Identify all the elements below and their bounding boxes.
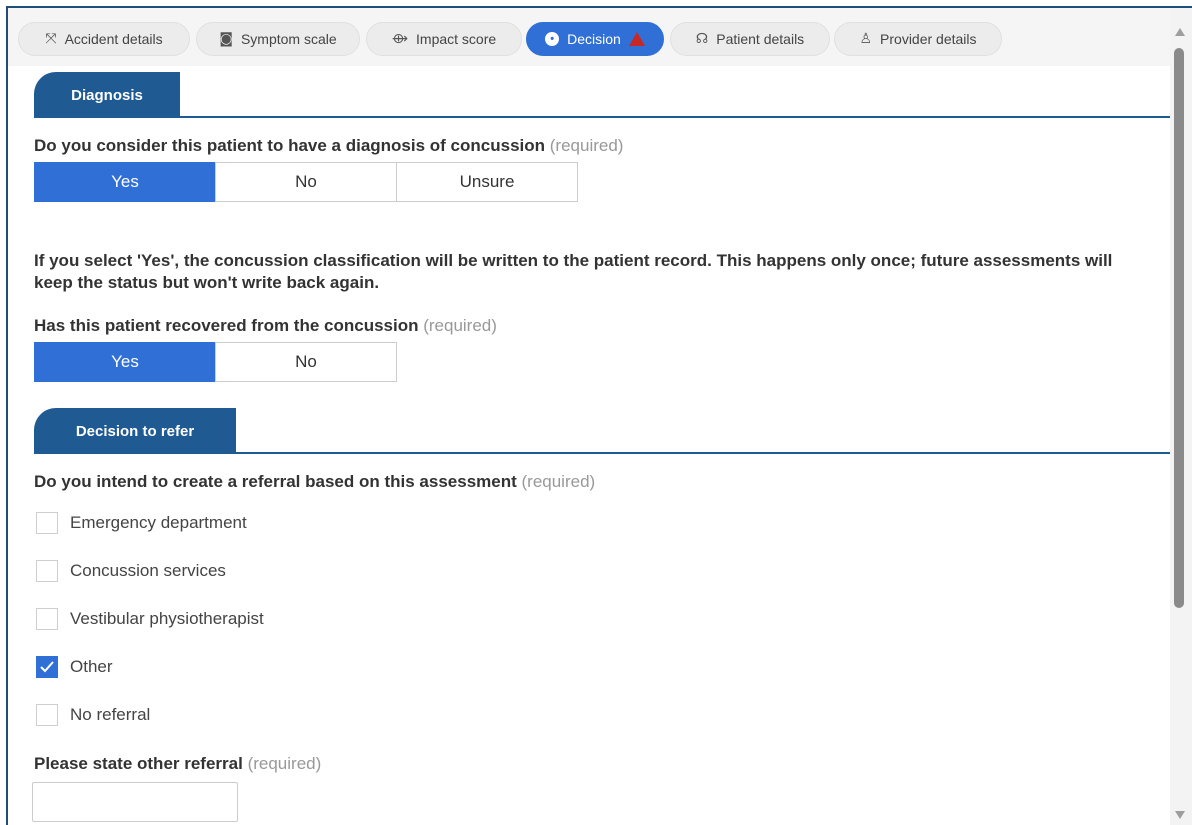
recovered-segmented-control: Yes No xyxy=(34,342,397,382)
concussion-diagnosis-question: Do you consider this patient to have a d… xyxy=(34,136,623,156)
checkbox[interactable] xyxy=(36,704,58,726)
question-text: Please state other referral xyxy=(34,754,243,773)
warning-icon xyxy=(628,32,645,46)
tab-label: Symptom scale xyxy=(240,31,337,47)
referral-option-concussion-services[interactable]: Concussion services xyxy=(36,560,226,582)
checkbox[interactable] xyxy=(36,512,58,534)
tab-accident-details[interactable]: ⤧ Accident details xyxy=(18,22,190,56)
provider-icon: ♙ xyxy=(859,31,873,47)
tab-label: Accident details xyxy=(64,31,163,47)
scroll-thumb[interactable] xyxy=(1174,48,1184,608)
recovered-yes-button[interactable]: Yes xyxy=(34,342,216,382)
referral-question: Do you intend to create a referral based… xyxy=(34,472,595,492)
checkbox-label: No referral xyxy=(70,705,151,724)
refer-section-header: Decision to refer xyxy=(34,408,236,454)
required-label: (required) xyxy=(247,754,322,773)
tab-impact-score[interactable]: ⟴ Impact score xyxy=(366,22,522,56)
required-label: (required) xyxy=(521,472,596,491)
required-label: (required) xyxy=(423,316,497,335)
tab-label: Patient details xyxy=(716,31,805,47)
decision-form-panel: ⤧ Accident details ◙ Symptom scale ⟴ Imp… xyxy=(6,6,1192,825)
divider xyxy=(34,116,1178,118)
diagnosis-no-button[interactable]: No xyxy=(215,162,397,202)
checkbox[interactable] xyxy=(36,608,58,630)
accident-icon: ⤧ xyxy=(45,31,57,47)
other-referral-question: Please state other referral (required) xyxy=(34,754,321,774)
other-referral-input[interactable] xyxy=(32,782,238,822)
patient-icon: ☊ xyxy=(695,31,709,47)
scroll-down-arrow-icon[interactable] xyxy=(1175,811,1185,819)
scrollbar[interactable] xyxy=(1170,8,1192,825)
checkbox-label: Concussion services xyxy=(70,561,226,580)
decision-icon: • xyxy=(545,32,560,46)
referral-option-other[interactable]: Other xyxy=(36,656,113,678)
referral-option-no-referral[interactable]: No referral xyxy=(36,704,150,726)
scroll-up-arrow-icon[interactable] xyxy=(1175,28,1185,36)
question-text: Has this patient recovered from the conc… xyxy=(34,316,419,335)
symptom-icon: ◙ xyxy=(219,31,233,47)
checkbox[interactable] xyxy=(36,656,58,678)
tab-symptom-scale[interactable]: ◙ Symptom scale xyxy=(196,22,360,56)
diagnosis-segmented-control: Yes No Unsure xyxy=(34,162,578,202)
diagnosis-unsure-button[interactable]: Unsure xyxy=(396,162,578,202)
question-text: Do you consider this patient to have a d… xyxy=(34,136,546,155)
diagnosis-section-header: Diagnosis xyxy=(34,72,180,118)
tab-bar: ⤧ Accident details ◙ Symptom scale ⟴ Imp… xyxy=(8,8,1172,66)
tab-label: Provider details xyxy=(880,31,977,47)
impact-icon: ⟴ xyxy=(391,31,409,47)
checkbox-label: Emergency department xyxy=(70,513,247,532)
checkbox-label: Vestibular physiotherapist xyxy=(70,609,264,628)
tab-label: Impact score xyxy=(416,31,497,47)
writeback-info-text: If you select 'Yes', the concussion clas… xyxy=(34,251,1113,292)
referral-option-vestibular[interactable]: Vestibular physiotherapist xyxy=(36,608,264,630)
required-label: (required) xyxy=(549,136,624,155)
diagnosis-yes-button[interactable]: Yes xyxy=(34,162,216,202)
section-title: Diagnosis xyxy=(71,86,143,104)
section-title: Decision to refer xyxy=(75,422,195,440)
divider xyxy=(34,452,1178,454)
checkbox[interactable] xyxy=(36,560,58,582)
recovered-no-button[interactable]: No xyxy=(215,342,397,382)
question-text: Do you intend to create a referral based… xyxy=(34,472,517,491)
tab-provider-details[interactable]: ♙ Provider details xyxy=(834,22,1002,56)
tab-decision[interactable]: • Decision xyxy=(526,22,664,56)
checkbox-label: Other xyxy=(70,657,113,676)
referral-option-emergency[interactable]: Emergency department xyxy=(36,512,247,534)
tab-patient-details[interactable]: ☊ Patient details xyxy=(670,22,830,56)
recovered-question: Has this patient recovered from the conc… xyxy=(34,316,497,336)
tab-label: Decision xyxy=(567,31,621,47)
